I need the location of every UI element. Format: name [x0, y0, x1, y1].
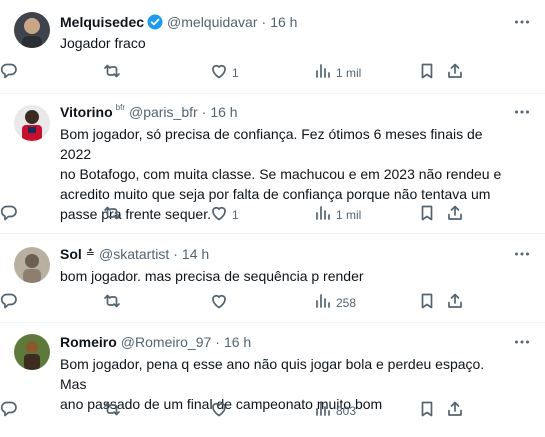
avatar[interactable] — [14, 105, 50, 141]
timestamp[interactable]: 16 h — [270, 13, 297, 31]
avatar[interactable] — [14, 12, 50, 48]
views-icon — [314, 62, 332, 83]
more-icon[interactable] — [513, 13, 531, 31]
heart-icon — [210, 400, 228, 421]
avatar[interactable] — [14, 247, 50, 283]
reply-tweet[interactable]: Sol ≛ @skatartist · 14 h bom jogador. ma… — [0, 234, 545, 323]
tweet-header: Melquisedec @melquidavar · 16 h — [60, 0, 545, 31]
heart-icon — [210, 204, 228, 225]
retweet-icon — [103, 204, 121, 225]
like-button[interactable] — [210, 292, 228, 313]
bookmark-icon — [418, 400, 436, 421]
reply-tweet[interactable]: Romeiro @Romeiro_97 · 16 h Bom jogador, … — [0, 323, 545, 437]
reply-tweet[interactable]: Vitorino bfr @paris_bfr · 16 h Bom jogad… — [0, 94, 545, 234]
share-icon — [446, 292, 464, 313]
views-count: 1 mil — [336, 65, 362, 80]
action-bar: 1 1 mil — [0, 204, 545, 224]
reply-button[interactable] — [0, 400, 18, 421]
action-bar: 803 — [0, 400, 545, 420]
avatar[interactable] — [14, 334, 50, 370]
bookmark-button[interactable] — [418, 292, 436, 313]
bookmark-button[interactable] — [418, 400, 436, 421]
separator: · — [261, 14, 267, 30]
share-button[interactable] — [446, 292, 464, 313]
views-count: 803 — [336, 403, 357, 418]
bookmark-button[interactable] — [418, 62, 436, 83]
user-handle[interactable]: @Romeiro_97 — [121, 333, 211, 351]
share-icon — [446, 204, 464, 225]
bookmark-icon — [418, 292, 436, 313]
bookmark-icon — [418, 204, 436, 225]
retweet-button[interactable] — [103, 400, 121, 421]
views-icon — [314, 400, 332, 421]
views-icon — [314, 204, 332, 225]
display-name[interactable]: Romeiro — [60, 333, 117, 351]
retweet-icon — [103, 292, 121, 313]
views-count: 1 mil — [336, 207, 362, 222]
views-icon — [314, 292, 332, 313]
heart-icon — [210, 292, 228, 313]
like-button[interactable]: 1 — [210, 62, 239, 83]
like-count: 1 — [232, 65, 239, 80]
retweet-button[interactable] — [103, 204, 121, 225]
retweet-button[interactable] — [103, 62, 121, 83]
action-bar: 258 — [0, 292, 545, 312]
timestamp[interactable]: 14 h — [182, 245, 209, 263]
display-name[interactable]: Vitorino — [60, 103, 113, 121]
reply-button[interactable] — [0, 204, 18, 225]
reply-button[interactable] — [0, 292, 18, 313]
reply-feed: Melquisedec @melquidavar · 16 h Jogador … — [0, 0, 545, 437]
share-button[interactable] — [446, 400, 464, 421]
tweet-text: Jogador fraco — [60, 35, 146, 51]
reply-icon — [0, 400, 18, 421]
user-handle[interactable]: @skatartist — [99, 245, 169, 263]
timestamp[interactable]: 16 h — [224, 333, 251, 351]
bookmark-icon — [418, 62, 436, 83]
tweet-header: Romeiro @Romeiro_97 · 16 h — [60, 323, 545, 351]
more-icon[interactable] — [513, 245, 531, 263]
separator: · — [173, 246, 178, 262]
share-button[interactable] — [446, 204, 464, 225]
reply-tweet[interactable]: Melquisedec @melquidavar · 16 h Jogador … — [0, 0, 545, 94]
retweet-icon — [103, 400, 121, 421]
like-button[interactable] — [210, 400, 228, 421]
name-suffix: bfr — [115, 103, 125, 112]
display-name[interactable]: Melquisedec — [60, 13, 144, 31]
share-icon — [446, 62, 464, 83]
user-handle[interactable]: @melquidavar — [167, 13, 257, 31]
reply-icon — [0, 292, 18, 313]
like-count: 1 — [232, 207, 239, 222]
reply-button[interactable] — [0, 62, 18, 83]
separator: · — [215, 334, 220, 350]
heart-icon — [210, 62, 228, 83]
like-button[interactable]: 1 — [210, 204, 239, 225]
reply-icon — [0, 62, 18, 83]
retweet-icon — [103, 62, 121, 83]
timestamp[interactable]: 16 h — [210, 103, 237, 121]
views-button[interactable]: 803 — [314, 400, 356, 421]
retweet-button[interactable] — [103, 292, 121, 313]
user-handle[interactable]: @paris_bfr — [129, 103, 198, 121]
action-bar: 1 1 mil — [0, 62, 545, 82]
views-count: 258 — [336, 295, 357, 310]
more-icon[interactable] — [513, 103, 531, 121]
views-button[interactable]: 1 mil — [314, 62, 361, 83]
share-button[interactable] — [446, 62, 464, 83]
separator: · — [201, 104, 207, 120]
more-icon[interactable] — [513, 333, 531, 351]
verified-badge-icon — [147, 14, 163, 30]
reply-icon — [0, 204, 18, 225]
views-button[interactable]: 258 — [314, 292, 356, 313]
display-name[interactable]: Sol — [60, 245, 82, 263]
share-icon — [446, 400, 464, 421]
tweet-header: Sol ≛ @skatartist · 14 h — [60, 234, 545, 263]
tweet-header: Vitorino bfr @paris_bfr · 16 h — [60, 94, 545, 121]
name-glyph: ≛ — [85, 248, 95, 260]
tweet-text: bom jogador. mas precisa de sequência p … — [60, 268, 364, 284]
views-button[interactable]: 1 mil — [314, 204, 361, 225]
bookmark-button[interactable] — [418, 204, 436, 225]
